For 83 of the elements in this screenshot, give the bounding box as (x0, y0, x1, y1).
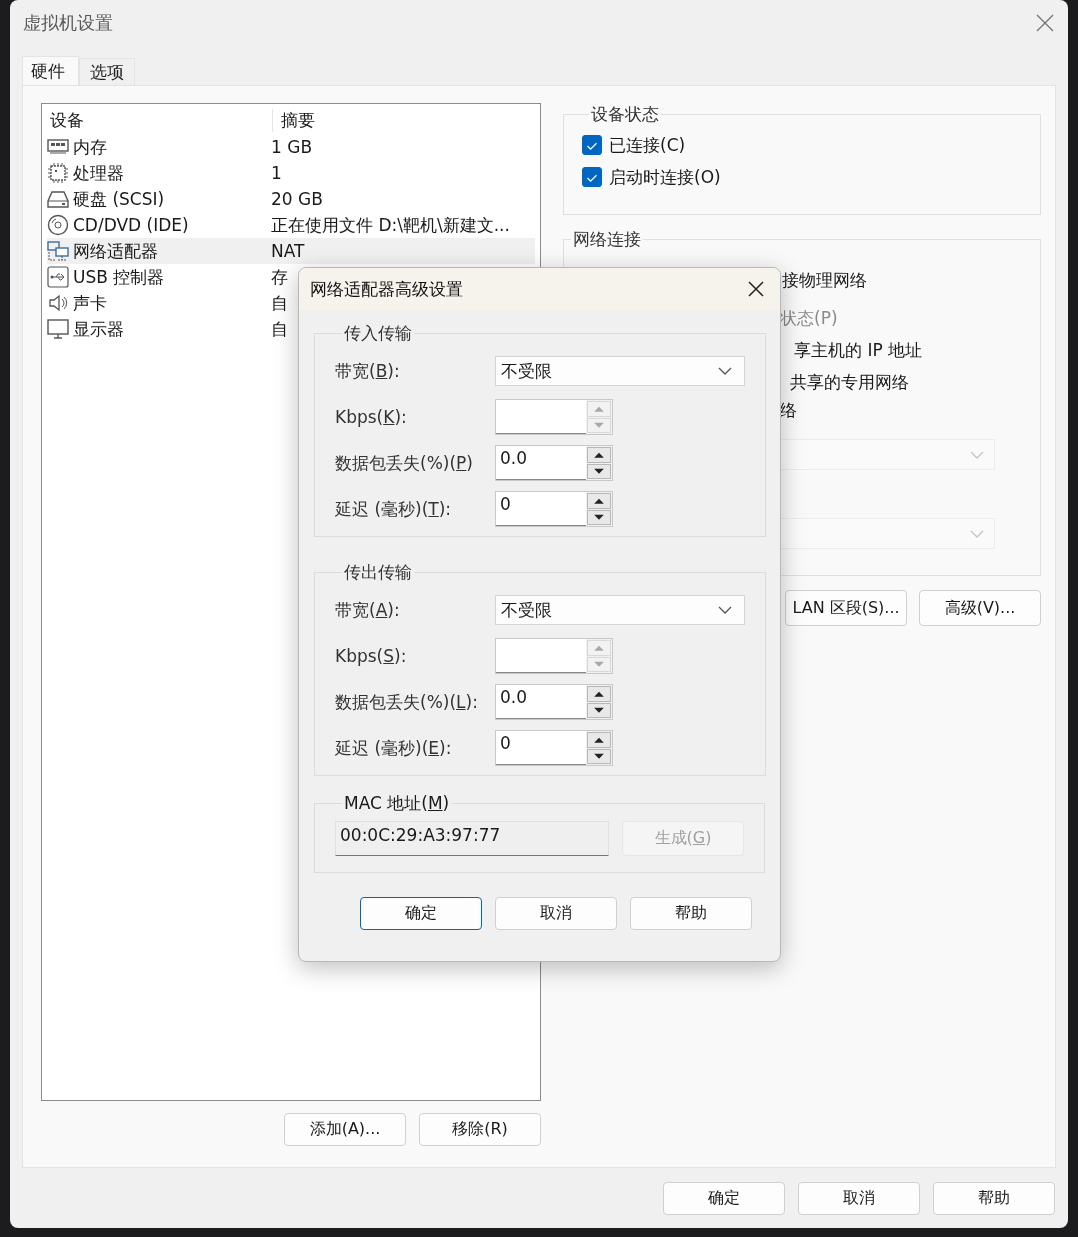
device-summary: 存 (271, 265, 288, 289)
device-row[interactable]: 内存 1 GB (47, 134, 535, 160)
number-field[interactable] (496, 639, 586, 673)
device-row[interactable]: CD/DVD (IDE) 正在使用文件 D:\靶机\新建文... (47, 212, 535, 238)
group-title: 网络连接 (572, 228, 642, 251)
device-summary: 20 GB (271, 189, 323, 209)
device-name: USB 控制器 (73, 265, 166, 289)
chip-icon (47, 162, 69, 184)
device-summary: 1 (271, 163, 282, 183)
device-name: 处理器 (73, 161, 125, 185)
device-name: 显示器 (73, 317, 125, 341)
column-header: 设备 (47, 108, 273, 132)
option-label: 接物理网络 (782, 269, 868, 292)
network-button[interactable]: 高级(V)... (919, 590, 1041, 626)
device-summary: NAT (271, 241, 305, 261)
number-field[interactable]: 0 (496, 492, 586, 526)
group-title: 传出传输 (343, 561, 413, 584)
footer-button[interactable]: 确定 (663, 1182, 785, 1215)
spin-buttons[interactable] (586, 731, 612, 765)
monitor-icon (47, 318, 69, 340)
field-label: 带宽(B): (335, 359, 401, 383)
dialog-button[interactable]: 帮助 (630, 897, 752, 930)
chevron-down-icon (970, 450, 984, 459)
spin-buttons[interactable] (586, 446, 612, 480)
device-summary: 自 (271, 291, 288, 315)
tab[interactable]: 选项 (79, 58, 135, 85)
network-button[interactable]: LAN 区段(S)... (785, 590, 907, 626)
tab[interactable]: 硬件 (22, 56, 79, 85)
disc-icon (47, 214, 69, 236)
mac-address-field[interactable]: 00:0C:29:A3:97:77 (335, 821, 609, 856)
device-name: CD/DVD (IDE) (73, 215, 190, 235)
number-field[interactable]: 0.0 (496, 685, 586, 719)
close-icon[interactable] (748, 281, 764, 297)
option-label: 状态(P) (780, 307, 839, 330)
field-label: Kbps(K): (335, 407, 408, 427)
device-row[interactable]: 网络适配器 NAT (47, 238, 535, 264)
list-button[interactable]: 移除(R) (419, 1113, 541, 1146)
dialog-button[interactable]: 取消 (495, 897, 617, 930)
device-summary: 正在使用文件 D:\靶机\新建文... (271, 213, 510, 237)
device-summary: 1 GB (271, 137, 313, 157)
chevron-down-icon (718, 606, 732, 614)
chevron-down-icon (718, 367, 732, 375)
usb-icon (47, 266, 69, 288)
option-label: 共享的专用网络 (789, 371, 910, 394)
device-name: 硬盘 (SCSI) (73, 187, 166, 211)
number-field[interactable] (496, 400, 586, 434)
window-title: 虚拟机设置 (23, 10, 113, 35)
speaker-icon (47, 292, 69, 314)
field-label: 数据包丢失(%)(P) (335, 451, 474, 475)
number-field[interactable]: 0.0 (496, 446, 586, 480)
spin-buttons[interactable] (586, 685, 612, 719)
footer-button[interactable]: 帮助 (933, 1182, 1055, 1215)
group-title: 设备状态 (590, 103, 660, 126)
chevron-down-icon (970, 529, 984, 538)
dialog-button[interactable]: 确定 (360, 897, 482, 930)
field-label: 延迟 (毫秒)(E): (335, 736, 453, 760)
number-field[interactable]: 0 (496, 731, 586, 765)
field-label: 带宽(A): (335, 598, 401, 622)
device-name: 网络适配器 (73, 239, 159, 263)
group-title: MAC 地址(M) (343, 792, 451, 815)
option-label: 络 (780, 399, 798, 422)
checkbox-label: 已连接(C) (609, 133, 686, 157)
dialog-title: 网络适配器高级设置 (310, 277, 463, 301)
dropdown[interactable]: 不受限 (495, 595, 745, 625)
field-label: 数据包丢失(%)(L): (335, 690, 479, 714)
dropdown[interactable]: 不受限 (495, 356, 745, 386)
spin-buttons[interactable] (586, 492, 612, 526)
column-header: 摘要 (280, 108, 315, 132)
option-label: 享主机的 IP 地址 (793, 339, 924, 362)
list-button[interactable]: 添加(A)... (284, 1113, 406, 1146)
device-summary: 自 (271, 317, 288, 341)
checkbox[interactable] (582, 135, 602, 155)
checkbox[interactable] (582, 167, 602, 187)
group-title: 传入传输 (343, 322, 413, 345)
device-row[interactable]: 硬盘 (SCSI) 20 GB (47, 186, 535, 212)
device-row[interactable]: 处理器 1 (47, 160, 535, 186)
device-name: 声卡 (73, 291, 108, 315)
network-icon (47, 240, 69, 262)
field-label: Kbps(S): (335, 646, 408, 666)
device-name: 内存 (73, 135, 108, 159)
field-label: 延迟 (毫秒)(T): (335, 497, 453, 521)
checkbox-label: 启动时连接(O) (609, 165, 721, 189)
footer-button[interactable]: 取消 (798, 1182, 920, 1215)
